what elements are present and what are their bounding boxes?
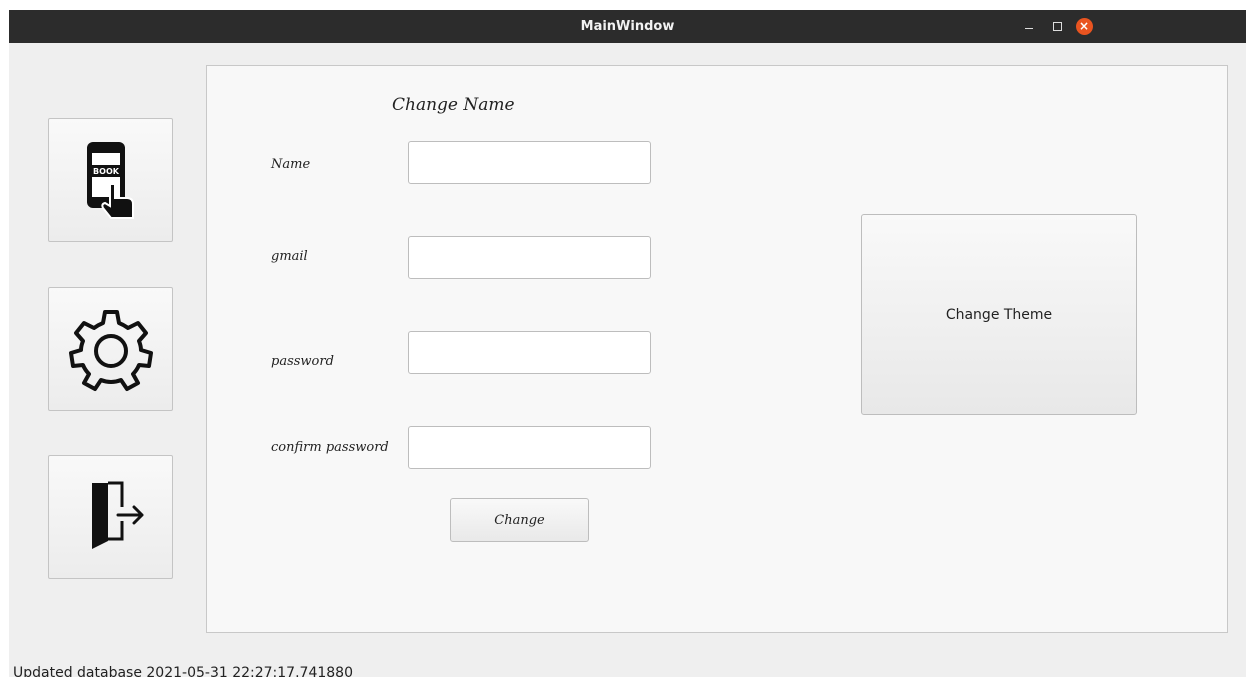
settings-panel: Change Name Name gmail password confirm …	[206, 65, 1228, 633]
change-button[interactable]: Change	[450, 498, 589, 542]
minimize-button[interactable]	[1019, 10, 1039, 43]
sidebar-item-logout[interactable]	[48, 455, 173, 579]
exit-door-icon	[91, 481, 143, 549]
close-button[interactable]: ×	[1074, 10, 1094, 43]
status-bar-text: Updated database 2021-05-31 22:27:17.741…	[13, 665, 353, 677]
minimize-icon	[1025, 28, 1033, 29]
maximize-button[interactable]	[1047, 10, 1067, 43]
maximize-icon	[1052, 22, 1062, 31]
password-input[interactable]	[408, 331, 651, 374]
sidebar-item-book[interactable]: BOOK	[48, 118, 173, 242]
gear-icon	[68, 310, 153, 391]
gmail-label: gmail	[271, 249, 308, 264]
book-tap-icon: BOOK	[86, 142, 134, 219]
title-bar: MainWindow ×	[9, 10, 1246, 43]
main-window: MainWindow × BOOK Change Name Name gmail…	[9, 10, 1246, 677]
name-input[interactable]	[408, 141, 651, 184]
name-label: Name	[271, 157, 311, 172]
book-icon-text: BOOK	[93, 167, 120, 176]
sidebar-item-settings[interactable]	[48, 287, 173, 411]
close-icon: ×	[1075, 18, 1093, 35]
gmail-input[interactable]	[408, 236, 651, 279]
change-theme-button[interactable]: Change Theme	[861, 214, 1137, 415]
password-label: password	[271, 354, 334, 369]
form-heading: Change Name	[392, 95, 515, 115]
confirm-password-label: confirm password	[271, 440, 389, 455]
confirm-password-input[interactable]	[408, 426, 651, 469]
